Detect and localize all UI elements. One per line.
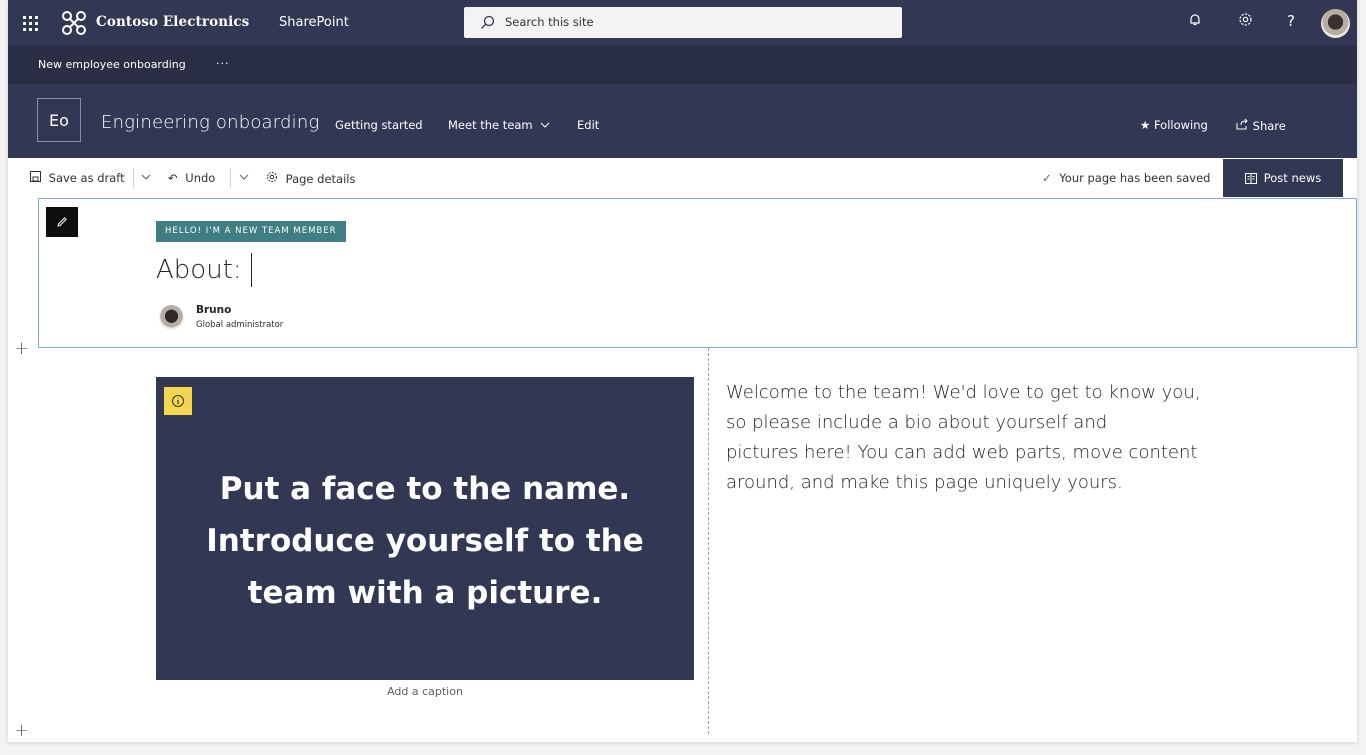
hub-navigation: New employee onboarding ··· [8,46,1357,84]
share-button[interactable]: Share [1236,118,1286,133]
nav-meet-the-team-label: Meet the team [448,118,533,132]
site-logo[interactable]: Eo [37,98,81,142]
sharepoint-window: Contoso Electronics SharePoint Search th… [8,0,1357,742]
save-icon [30,171,41,182]
image-text-line: Introduce yourself to the [206,523,644,559]
text-cursor [251,253,252,287]
help-icon[interactable]: ? [1280,12,1302,34]
image-webpart[interactable]: Put a face to the name. Introduce yourse… [156,377,694,680]
caption-input[interactable]: Add a caption [156,685,694,698]
undo-label: Undo [185,171,216,185]
hub-site-link[interactable]: New employee onboarding [38,58,186,71]
save-as-draft-label: Save as draft [48,171,125,185]
waffle-icon[interactable] [20,13,40,33]
org-name[interactable]: Contoso Electronics [96,14,249,30]
divider [133,168,134,188]
post-news-label: Post news [1263,171,1322,185]
page-details-label: Page details [285,172,356,186]
topic-header[interactable]: HELLO! I'M A NEW TEAM MEMBER [156,221,346,242]
undo-button[interactable]: ↶ Undo [168,171,215,185]
app-name[interactable]: SharePoint [279,15,349,30]
image-text-line: team with a picture. [247,575,603,611]
search-placeholder: Search this site [505,15,594,29]
page-title[interactable]: About: [156,255,242,285]
avatar[interactable] [1321,9,1350,38]
suite-bar: Contoso Electronics SharePoint Search th… [8,0,1357,46]
column-divider [708,348,709,734]
star-icon: ★ [1140,118,1151,132]
chevron-down-icon [540,122,550,128]
save-status-label: Your page has been saved [1059,171,1211,185]
chevron-down-icon[interactable] [141,170,151,184]
info-icon[interactable] [164,387,192,415]
undo-icon: ↶ [168,171,178,185]
text-line: around, and make this page uniquely your… [726,472,1123,493]
author-role: Global administrator [196,320,284,330]
title-region[interactable]: HELLO! I'M A NEW TEAM MEMBER About: Brun… [38,198,1357,348]
edit-webpart-button[interactable] [46,207,78,237]
author-name[interactable]: Bruno [196,304,231,316]
image-placeholder-text: Put a face to the name. Introduce yourse… [156,463,694,619]
share-label: Share [1252,119,1286,133]
divider [230,168,231,188]
contoso-logo-icon[interactable] [60,9,88,37]
site-header: Eo Engineering onboarding Getting starte… [8,84,1357,158]
post-news-button[interactable]: Post news [1223,159,1343,197]
nav-getting-started[interactable]: Getting started [335,118,423,132]
image-text-line: Put a face to the name. [219,471,631,507]
add-section-button[interactable]: + [14,338,29,359]
gear-icon[interactable] [1234,12,1256,34]
news-icon [1244,172,1257,184]
text-webpart[interactable]: Welcome to the team! We'd love to get to… [726,378,1246,498]
text-line: pictures here! You can add web parts, mo… [726,442,1198,463]
nav-meet-the-team[interactable]: Meet the team [448,118,550,132]
pencil-icon [57,217,67,227]
gear-icon [267,172,277,182]
chevron-down-icon[interactable] [239,170,249,184]
author-avatar[interactable] [159,305,184,330]
save-status: ✓ Your page has been saved [1042,171,1210,185]
add-section-button[interactable]: + [14,720,29,741]
command-bar: Save as draft ↶ Undo Page details ✓ Your… [8,158,1357,198]
search-input[interactable]: Search this site [464,7,902,38]
more-options-icon[interactable]: ··· [216,57,230,70]
nav-edit[interactable]: Edit [577,118,599,132]
search-icon [481,15,495,29]
bell-icon[interactable] [1184,12,1206,34]
following-label: Following [1153,118,1208,132]
share-icon [1236,118,1248,130]
checkmark-icon: ✓ [1042,171,1052,185]
save-as-draft-button[interactable]: Save as draft [30,171,125,185]
text-line: Welcome to the team! We'd love to get to… [726,382,1201,403]
site-title[interactable]: Engineering onboarding [101,112,319,133]
following-button[interactable]: ★ Following [1140,118,1208,132]
page-details-button[interactable]: Page details [266,171,355,186]
text-line: so please include a bio about yourself a… [726,412,1108,433]
